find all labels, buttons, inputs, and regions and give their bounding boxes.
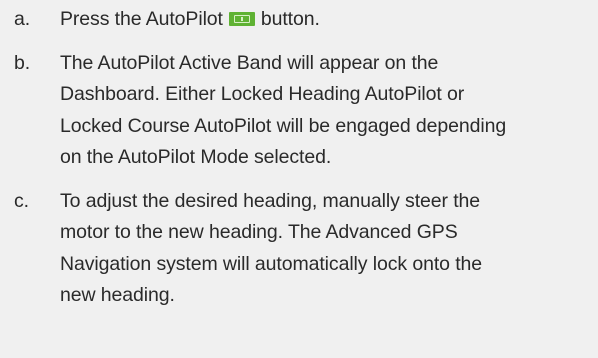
step-line: To adjust the desired heading, manually … — [60, 189, 481, 212]
step-text: Press the AutoPilot button. — [60, 4, 590, 36]
step-line: The AutoPilot Active Band will appear on… — [60, 51, 439, 74]
step-letter: a. — [14, 8, 31, 30]
step-line: Locked Course AutoPilot will be engaged … — [60, 114, 507, 137]
step-line: new heading. — [60, 284, 175, 306]
step-line: Navigation system will automatically loc… — [60, 252, 483, 275]
step-text: To adjust the desired heading, manually … — [60, 186, 590, 312]
autopilot-button-icon — [228, 12, 255, 26]
step-line: Dashboard. Either Locked Heading AutoPil… — [60, 83, 465, 105]
step-c: c. To adjust the desired heading, manual… — [0, 186, 598, 312]
step-b: b. The AutoPilot Active Band will appear… — [0, 48, 598, 174]
step-line: motor to the new heading. The Advanced G… — [60, 221, 458, 243]
step-line: on the AutoPilot Mode selected. — [60, 146, 332, 168]
step-letter: b. — [14, 51, 31, 74]
instruction-page: a. Press the AutoPilot button. b. The Aut… — [0, 0, 598, 358]
step-text-after-icon: button. — [260, 8, 320, 30]
step-letter: c. — [14, 189, 29, 212]
step-text: The AutoPilot Active Band will appear on… — [60, 48, 590, 174]
step-a: a. Press the AutoPilot button. — [0, 4, 598, 36]
step-text-before-icon: Press the AutoPilot — [60, 8, 223, 30]
